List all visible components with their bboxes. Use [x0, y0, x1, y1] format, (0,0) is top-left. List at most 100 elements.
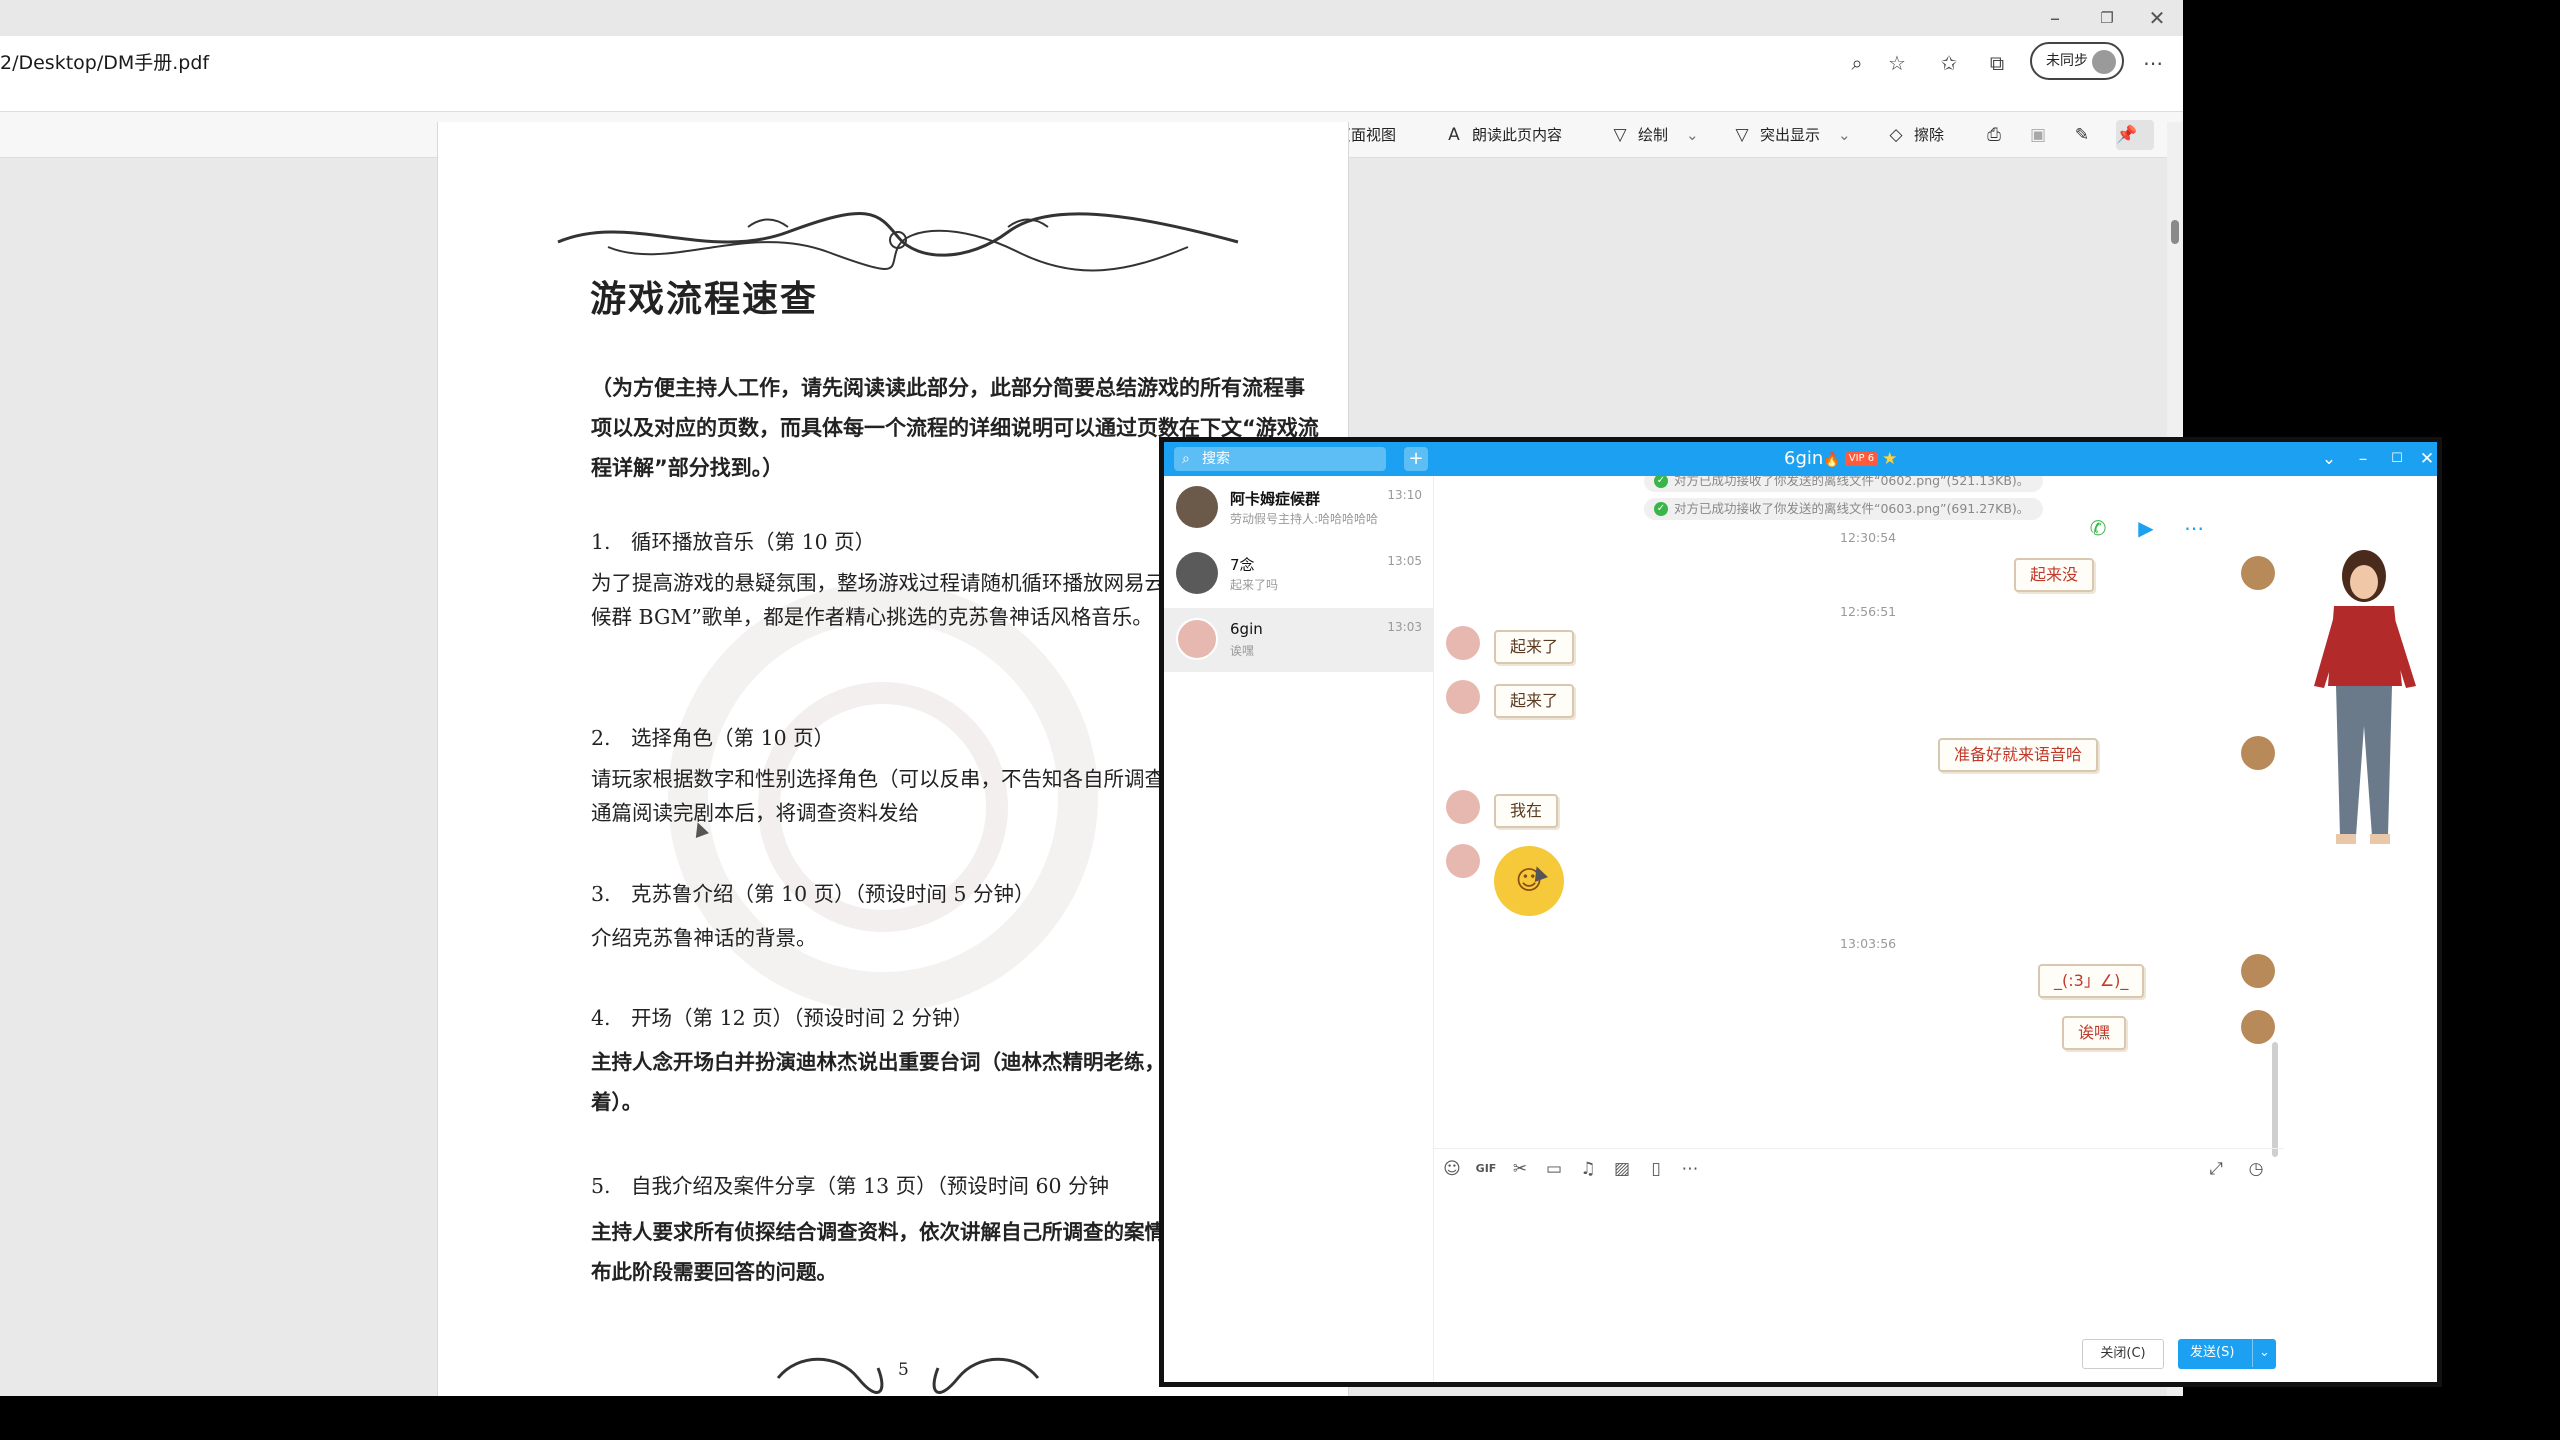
avatar: [1176, 552, 1218, 594]
video-call-icon[interactable]: ▶: [2132, 514, 2160, 542]
chevron-down-icon: ⌄: [1686, 126, 1699, 144]
system-message: ✓ 对方已成功接收了你发送的离线文件“0602.png”(521.13KB)。: [1644, 476, 2044, 492]
message-bubble-received: 起来了: [1494, 630, 1575, 664]
expand-icon[interactable]: ⤢: [2204, 1157, 2228, 1181]
emoji-sticker-icon: ☺: [1494, 846, 1564, 916]
message-area: ✆ ▶ ⋯ ✓ 对方已成功接收了你发送的离线文件“0602.png”(521.13…: [1434, 476, 2284, 1074]
search-placeholder: 搜索: [1202, 451, 1230, 467]
highlight-button[interactable]: ▽ 突出显示 ⌄: [1732, 120, 1851, 150]
my-avatar: [2241, 556, 2275, 590]
timestamp: 12:30:54: [1840, 530, 1897, 545]
message-bubble-sent: _(:3」∠)_: [2038, 964, 2145, 998]
folder-icon[interactable]: ▭: [1542, 1157, 1566, 1181]
add-contact-button[interactable]: +: [1404, 447, 1428, 471]
avatar: [1176, 486, 1218, 528]
favorites-icon[interactable]: ✩: [1932, 46, 1966, 80]
highlight-label: 突出显示: [1760, 126, 1821, 144]
page-number: 5: [898, 1360, 909, 1380]
check-icon: ✓: [1654, 502, 1668, 516]
message-bubble-sent: 准备好就来语音哈: [1938, 738, 2099, 772]
sync-label: 未同步: [2046, 53, 2088, 69]
flame-icon: 🔥: [1823, 452, 1841, 468]
address-bar: 2/Desktop/DM手册.pdf ⌕ ☆ ✩ ⧉ 未同步 ⋯ − + ↻ ⇔…: [0, 36, 2183, 158]
chevron-down-icon[interactable]: ⌄: [2252, 1339, 2276, 1367]
conversation-item-active[interactable]: 6gin 13:03 诶嘿: [1164, 608, 1434, 672]
more-menu-icon[interactable]: ⋯: [2136, 46, 2170, 80]
music-icon[interactable]: ♫: [1576, 1157, 1600, 1181]
send-button[interactable]: 发送(S) ⌄: [2178, 1339, 2276, 1369]
conversation-last-message: 劳动假号主持人:哈哈哈哈哈: [1230, 512, 1379, 526]
erase-button[interactable]: ◇ 擦除: [1886, 120, 1944, 150]
contact-avatar: [1446, 626, 1480, 660]
more-icon[interactable]: ⋯: [2180, 514, 2208, 542]
my-avatar: [2241, 1010, 2275, 1044]
title-bar: – ❐ ✕: [0, 0, 2183, 36]
conversation-item[interactable]: 阿卡姆症候群 13:10 劳动假号主持人:哈哈哈哈哈: [1164, 476, 1434, 540]
chevron-down-icon[interactable]: ⌄: [2314, 447, 2344, 471]
read-aloud-button[interactable]: A 朗读此页内容: [1444, 120, 1562, 150]
chat-header: ⌕ 搜索 + 6gin🔥 VIP 6 ★ ⌄ – ☐ ✕: [1164, 442, 2437, 476]
zoom-icon[interactable]: ⌕: [1840, 46, 1874, 80]
message-bubble-received: 我在: [1494, 794, 1559, 828]
erase-label: 擦除: [1914, 126, 1945, 144]
draw-button[interactable]: ▽ 绘制 ⌄: [1610, 120, 1699, 150]
check-icon: ✓: [1654, 476, 1668, 488]
conversation-name: 6gin: [1230, 620, 1263, 638]
close-icon[interactable]: ✕: [2412, 447, 2437, 471]
message-scrollbar[interactable]: [2272, 1042, 2278, 1157]
conversation-item[interactable]: 7念 13:05 起来了吗: [1164, 542, 1434, 606]
url-field[interactable]: 2/Desktop/DM手册.pdf: [0, 46, 209, 80]
message-bubble-received: 起来了: [1494, 684, 1575, 718]
chevron-down-icon: ⌄: [1838, 126, 1851, 144]
scrollbar-thumb[interactable]: [2171, 220, 2179, 244]
image-icon[interactable]: ▨: [1610, 1157, 1634, 1181]
message-bubble-sent: 诶嘿: [2062, 1016, 2127, 1050]
voice-call-icon[interactable]: ✆: [2084, 514, 2112, 542]
vip-badge: VIP 6: [1844, 452, 1879, 466]
conversation-time: 13:10: [1387, 488, 1422, 502]
eraser-icon: ◇: [1889, 125, 1903, 145]
print-icon[interactable]: ⎙: [1984, 120, 2012, 150]
shake-icon[interactable]: ▯: [1644, 1157, 1668, 1181]
send-label: 发送(S): [2190, 1345, 2235, 1360]
save-icon[interactable]: ▣: [2028, 120, 2056, 150]
search-icon: ⌕: [1182, 451, 1190, 467]
contact-avatar: [1446, 844, 1480, 878]
conversation-last-message: 诶嘿: [1230, 644, 1255, 658]
more-tools-icon[interactable]: ⋯: [1678, 1157, 1702, 1181]
history-icon[interactable]: ◷: [2244, 1157, 2268, 1181]
emoji-icon[interactable]: ☺: [1440, 1157, 1464, 1181]
gif-icon[interactable]: GIF: [1474, 1157, 1498, 1181]
avatar-figure: [2314, 550, 2416, 844]
chat-window: ⌕ 搜索 + 6gin🔥 VIP 6 ★ ⌄ – ☐ ✕ 阿卡姆症候群 13:10 …: [1159, 437, 2442, 1387]
conversation-last-message: 起来了吗: [1230, 578, 1279, 592]
read-aloud-icon: A: [1448, 125, 1460, 145]
sync-profile-button[interactable]: 未同步: [2030, 42, 2124, 80]
input-toolbar: ☺ GIF ✂ ▭ ♫ ▨ ▯ ⋯ ⤢ ◷: [1434, 1148, 2284, 1188]
chat-title: 6gin🔥 VIP 6 ★: [1784, 447, 1897, 472]
avatar: [1176, 618, 1218, 660]
timestamp: 13:03:56: [1840, 936, 1897, 951]
minimize-icon[interactable]: –: [2040, 4, 2070, 32]
conversation-list: 阿卡姆症候群 13:10 劳动假号主持人:哈哈哈哈哈 7念 13:05 起来了吗…: [1164, 476, 1434, 1382]
conversation-time: 13:03: [1387, 620, 1422, 634]
my-avatar: [2241, 736, 2275, 770]
pin-icon[interactable]: 📌: [2116, 120, 2154, 150]
minimize-icon[interactable]: –: [2348, 447, 2378, 471]
system-message-text: 对方已成功接收了你发送的离线文件“0602.png”(521.13KB)。: [1674, 476, 2030, 488]
draw-icon: ▽: [1613, 125, 1627, 145]
close-button[interactable]: 关闭(C): [2082, 1339, 2164, 1369]
top-ornament: [557, 212, 1239, 272]
save-as-icon[interactable]: ✎: [2072, 120, 2100, 150]
maximize-icon[interactable]: ☐: [2382, 447, 2412, 471]
search-input[interactable]: ⌕ 搜索: [1174, 447, 1386, 471]
close-icon[interactable]: ✕: [2142, 4, 2172, 32]
conversation-name: 阿卡姆症候群: [1230, 490, 1321, 508]
conversation-time: 13:05: [1387, 554, 1422, 568]
screenshot-icon[interactable]: ✂: [1508, 1157, 1532, 1181]
star-icon: ★: [1882, 449, 1898, 469]
restore-icon[interactable]: ❐: [2092, 4, 2122, 32]
collections-icon[interactable]: ⧉: [1980, 46, 2014, 80]
system-message-text: 对方已成功接收了你发送的离线文件“0603.png”(691.27KB)。: [1674, 501, 2030, 516]
favorite-add-icon[interactable]: ☆: [1880, 46, 1914, 80]
